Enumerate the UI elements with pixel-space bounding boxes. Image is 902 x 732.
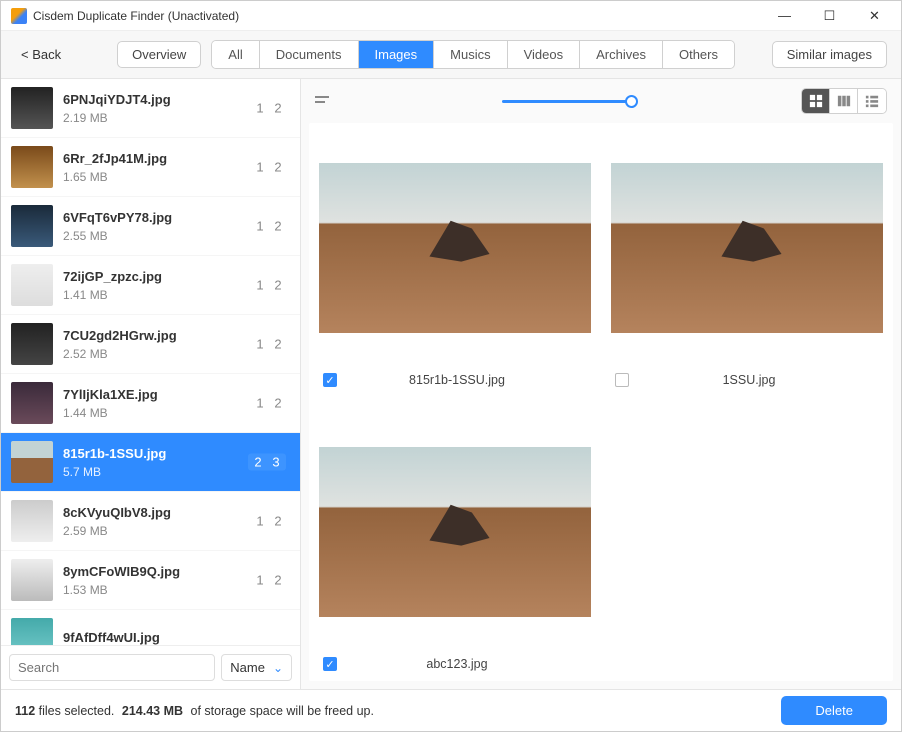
maximize-button[interactable]: ☐: [807, 1, 852, 31]
tab-others[interactable]: Others: [663, 41, 734, 68]
selected-label: files selected.: [39, 704, 115, 718]
selected-count: 112: [15, 704, 35, 718]
count-badge: 1 2: [252, 396, 286, 411]
thumbnail-grid[interactable]: ✓ 815r1b-1SSU.jpg 1SSU.jpg ✓ abc123.jpg: [309, 123, 893, 681]
back-button[interactable]: < Back: [15, 43, 67, 66]
slider-knob[interactable]: [625, 95, 638, 108]
zoom-slider[interactable]: [502, 100, 632, 103]
count-badge: 1 2: [252, 514, 286, 529]
file-list[interactable]: 6PNJqiYDJT4.jpg 2.19 MB 1 2 6Rr_2fJp41M.…: [1, 79, 300, 645]
app-icon: [11, 8, 27, 24]
thumbnail: [11, 205, 53, 247]
view-toggle: [801, 88, 887, 114]
titlebar: Cisdem Duplicate Finder (Unactivated) — …: [1, 1, 901, 31]
minimize-button[interactable]: —: [762, 1, 807, 31]
window-title: Cisdem Duplicate Finder (Unactivated): [33, 9, 762, 23]
view-grid-button[interactable]: [802, 89, 830, 113]
list-item[interactable]: 6PNJqiYDJT4.jpg 2.19 MB 1 2: [1, 79, 300, 138]
list-item[interactable]: 6VFqT6vPY78.jpg 2.55 MB 1 2: [1, 197, 300, 256]
tab-archives[interactable]: Archives: [580, 41, 663, 68]
chevron-down-icon: ⌄: [273, 661, 283, 675]
view-columns-button[interactable]: [830, 89, 858, 113]
sidebar: 6PNJqiYDJT4.jpg 2.19 MB 1 2 6Rr_2fJp41M.…: [1, 79, 301, 689]
image-preview: [611, 163, 883, 333]
tab-videos[interactable]: Videos: [508, 41, 581, 68]
close-button[interactable]: ✕: [852, 1, 897, 31]
list-item[interactable]: 72ijGP_zpzc.jpg 1.41 MB 1 2: [1, 256, 300, 315]
file-name: 9fAfDff4wUI.jpg: [63, 630, 286, 645]
category-tabs: All Documents Images Musics Videos Archi…: [211, 40, 735, 69]
list-item[interactable]: 7YlIjKla1XE.jpg 1.44 MB 1 2: [1, 374, 300, 433]
similar-images-button[interactable]: Similar images: [772, 41, 887, 68]
list-item[interactable]: 815r1b-1SSU.jpg 5.7 MB 2 3: [1, 433, 300, 492]
image-filename: 1SSU.jpg: [619, 373, 879, 387]
image-preview: [319, 163, 591, 333]
grid-item[interactable]: ✓ 815r1b-1SSU.jpg: [319, 163, 591, 387]
tab-documents[interactable]: Documents: [260, 41, 359, 68]
content-toolbar: [301, 79, 901, 123]
sort-label: Name: [230, 660, 265, 675]
image-filename: abc123.jpg: [327, 657, 587, 671]
content: ✓ 815r1b-1SSU.jpg 1SSU.jpg ✓ abc123.jpg: [301, 79, 901, 689]
tab-musics[interactable]: Musics: [434, 41, 507, 68]
thumbnail: [11, 146, 53, 188]
count-badge: 1 2: [252, 160, 286, 175]
count-badge: 1 2: [252, 101, 286, 116]
main: 6PNJqiYDJT4.jpg 2.19 MB 1 2 6Rr_2fJp41M.…: [1, 79, 901, 689]
sort-icon[interactable]: [315, 94, 333, 108]
count-badge: 1 2: [252, 573, 286, 588]
delete-button[interactable]: Delete: [781, 696, 887, 725]
grid-item[interactable]: ✓ abc123.jpg: [319, 447, 591, 671]
list-item[interactable]: 8cKVyuQIbV8.jpg 2.59 MB 1 2: [1, 492, 300, 551]
count-badge: 1 2: [252, 337, 286, 352]
footer-bar: 112 files selected. 214.43 MB of storage…: [1, 689, 901, 731]
thumbnail: [11, 441, 53, 483]
count-badge: 2 3: [248, 454, 286, 471]
tab-all[interactable]: All: [212, 41, 259, 68]
thumbnail: [11, 264, 53, 306]
list-item[interactable]: 8ymCFoWIB9Q.jpg 1.53 MB 1 2: [1, 551, 300, 610]
image-filename: 815r1b-1SSU.jpg: [327, 373, 587, 387]
thumbnail: [11, 323, 53, 365]
toolbar: < Back Overview All Documents Images Mus…: [1, 31, 901, 79]
image-preview: [319, 447, 591, 617]
list-item[interactable]: 7CU2gd2HGrw.jpg 2.52 MB 1 2: [1, 315, 300, 374]
freed-label: of storage space will be freed up.: [191, 704, 374, 718]
count-badge: 1 2: [252, 278, 286, 293]
tab-images[interactable]: Images: [359, 41, 435, 68]
freed-size: 214.43 MB: [122, 704, 183, 718]
count-badge: 1 2: [252, 219, 286, 234]
list-item[interactable]: 6Rr_2fJp41M.jpg 1.65 MB 1 2: [1, 138, 300, 197]
grid-item[interactable]: 1SSU.jpg: [611, 163, 883, 387]
thumbnail: [11, 500, 53, 542]
sidebar-footer: Name ⌄: [1, 645, 300, 689]
overview-button[interactable]: Overview: [117, 41, 201, 68]
list-item[interactable]: 9fAfDff4wUI.jpg: [1, 610, 300, 645]
thumbnail: [11, 87, 53, 129]
sort-select[interactable]: Name ⌄: [221, 654, 292, 681]
thumbnail: [11, 618, 53, 645]
search-input[interactable]: [9, 654, 215, 681]
thumbnail: [11, 559, 53, 601]
view-list-button[interactable]: [858, 89, 886, 113]
thumbnail: [11, 382, 53, 424]
